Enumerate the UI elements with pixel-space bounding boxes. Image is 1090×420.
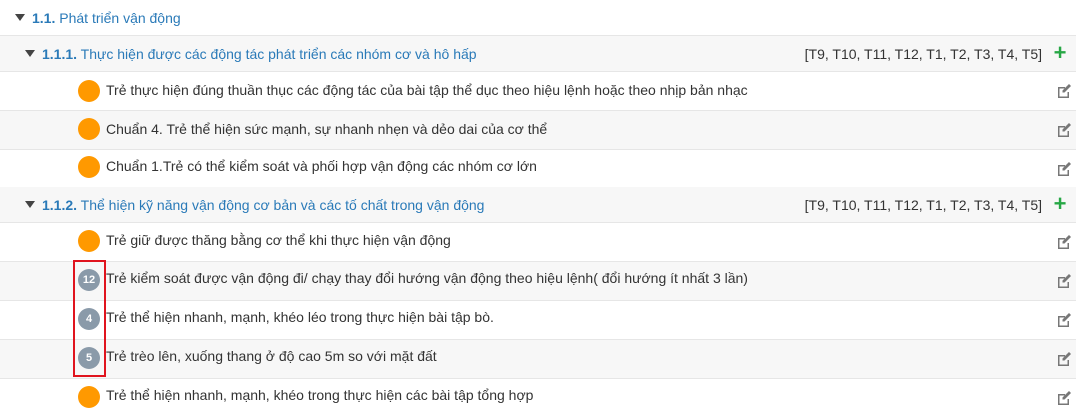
item-text: Trẻ giữ được thăng bằng cơ thể khi thực … (106, 232, 451, 248)
subsection-header-1-1-2[interactable]: 1.1.2. Thể hiện kỹ năng vận động cơ bản … (0, 187, 1076, 223)
item-text: Chuẩn 1.Trẻ có thể kiểm soát và phối hợp… (106, 158, 537, 174)
subsection-title[interactable]: 1.1.2. Thể hiện kỹ năng vận động cơ bản … (42, 197, 484, 213)
status-dot (78, 230, 100, 252)
edit-icon[interactable] (1056, 312, 1072, 328)
edit-icon[interactable] (1056, 234, 1072, 250)
edit-icon[interactable] (1056, 273, 1072, 289)
list-item: 5 Trẻ trèo lên, xuống thang ở độ cao 5m … (0, 340, 1076, 379)
caret-down-icon[interactable] (25, 201, 35, 208)
subsection-title[interactable]: 1.1.1. Thực hiện được các động tác phát … (42, 46, 477, 62)
subsection-header-1-1-1[interactable]: 1.1.1. Thực hiện được các động tác phát … (0, 36, 1076, 72)
count-badge: 4 (78, 308, 100, 330)
edit-icon[interactable] (1056, 161, 1072, 177)
edit-icon[interactable] (1056, 83, 1072, 99)
list-item: Trẻ thể hiện nhanh, mạnh, khéo trong thự… (0, 379, 1076, 420)
edit-icon[interactable] (1056, 351, 1072, 367)
section-number: 1.1. (32, 10, 56, 26)
status-dot (78, 156, 100, 178)
caret-down-icon[interactable] (15, 14, 25, 21)
list-item: Chuẩn 1.Trẻ có thể kiểm soát và phối hợp… (0, 150, 1076, 189)
subsection-number: 1.1.2. (42, 197, 78, 213)
edit-icon[interactable] (1056, 122, 1072, 138)
count-badge: 5 (78, 347, 100, 369)
list-item: 12 Trẻ kiểm soát được vận động đi/ chạy … (0, 262, 1076, 301)
months-range: [T9, T10, T11, T12, T1, T2, T3, T4, T5] (804, 197, 1042, 213)
plus-icon[interactable]: + (1050, 42, 1070, 64)
months-range: [T9, T10, T11, T12, T1, T2, T3, T4, T5] (804, 46, 1042, 62)
subsection-title-text: Thực hiện được các động tác phát triển c… (80, 46, 477, 62)
item-text: Trẻ thực hiện đúng thuần thục các động t… (106, 82, 748, 98)
caret-down-icon[interactable] (25, 50, 35, 57)
subsection-number: 1.1.1. (42, 46, 78, 62)
plus-icon[interactable]: + (1050, 193, 1070, 215)
status-dot (78, 80, 100, 102)
section-title[interactable]: 1.1. Phát triển vận động (32, 10, 181, 26)
section-header-1-1[interactable]: 1.1. Phát triển vận động (0, 0, 1076, 36)
item-text: Chuẩn 4. Trẻ thể hiện sức mạnh, sự nhanh… (106, 121, 548, 137)
item-text: Trẻ thể hiện nhanh, mạnh, khéo léo trong… (106, 309, 494, 325)
item-text: Trẻ thể hiện nhanh, mạnh, khéo trong thự… (106, 387, 534, 403)
list-item: Trẻ thực hiện đúng thuần thục các động t… (0, 72, 1076, 111)
edit-icon[interactable] (1056, 390, 1072, 406)
count-badge: 12 (78, 269, 100, 291)
item-text: Trẻ trèo lên, xuống thang ở độ cao 5m so… (106, 348, 437, 364)
list-item: 4 Trẻ thể hiện nhanh, mạnh, khéo léo tro… (0, 301, 1076, 340)
list-item: Trẻ giữ được thăng bằng cơ thể khi thực … (0, 223, 1076, 262)
status-dot (78, 118, 100, 140)
subsection-title-text: Thể hiện kỹ năng vận động cơ bản và các … (80, 197, 485, 213)
status-dot (78, 386, 100, 408)
list-item: Chuẩn 4. Trẻ thể hiện sức mạnh, sự nhanh… (0, 111, 1076, 150)
section-title-text: Phát triển vận động (59, 10, 181, 26)
item-text: Trẻ kiểm soát được vận động đi/ chạy tha… (106, 270, 748, 286)
